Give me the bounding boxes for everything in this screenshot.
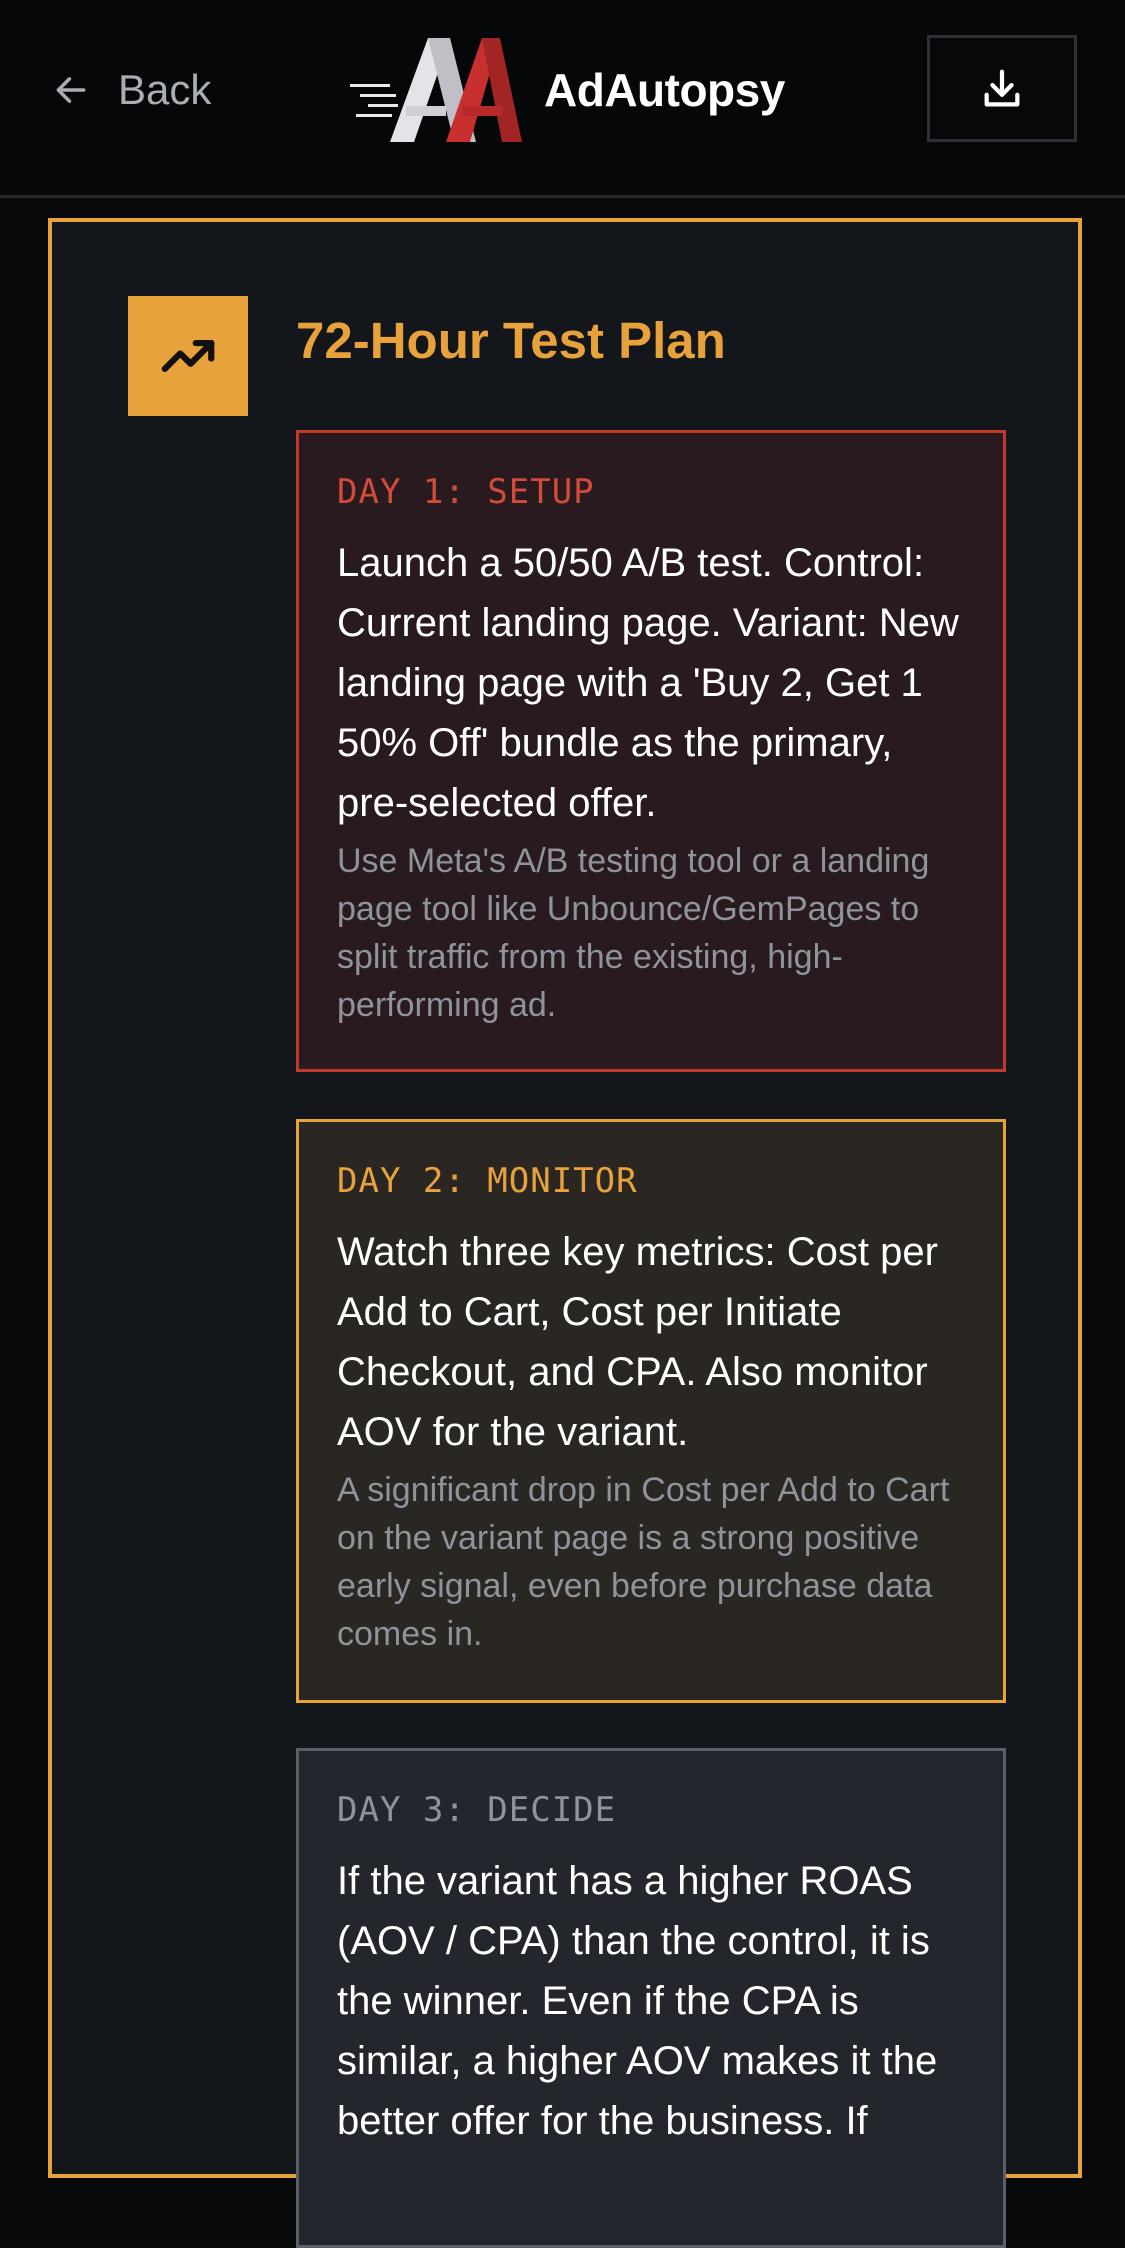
day-description: Watch three key metrics: Cost per Add to… [337, 1230, 938, 1454]
card-title: 72-Hour Test Plan [296, 312, 726, 369]
trending-up-icon [128, 296, 248, 416]
day-description: Launch a 50/50 A/B test. Control: Curren… [337, 541, 959, 825]
day-note: Use Meta's A/B testing tool or a landing… [337, 842, 930, 1024]
day-label: DAY 2: MONITOR [337, 1161, 638, 1201]
day-note: A significant drop in Cost per Add to Ca… [337, 1471, 950, 1653]
arrow-left-icon [56, 77, 86, 103]
day-label: DAY 3: DECIDE [337, 1790, 617, 1830]
back-button[interactable]: Back [52, 62, 211, 118]
day-2-panel: DAY 2: MONITOR Watch three key metrics: … [296, 1119, 1006, 1703]
day-description: If the variant has a higher ROAS (AOV / … [337, 1859, 938, 2143]
brand: AdAutopsy [350, 34, 785, 146]
top-bar: Back AdAutopsy [0, 0, 1125, 198]
day-1-panel: DAY 1: SETUP Launch a 50/50 A/B test. Co… [296, 430, 1006, 1072]
download-button[interactable] [927, 35, 1077, 142]
download-icon [984, 69, 1020, 106]
day-3-panel: DAY 3: DECIDE If the variant has a highe… [296, 1748, 1006, 2248]
day-label: DAY 1: SETUP [337, 472, 595, 512]
brand-name: AdAutopsy [544, 64, 785, 116]
adautopsy-logo [350, 38, 522, 142]
test-plan-card: 72-Hour Test Plan DAY 1: SETUP Launch a … [48, 218, 1082, 2248]
back-label: Back [118, 66, 212, 113]
